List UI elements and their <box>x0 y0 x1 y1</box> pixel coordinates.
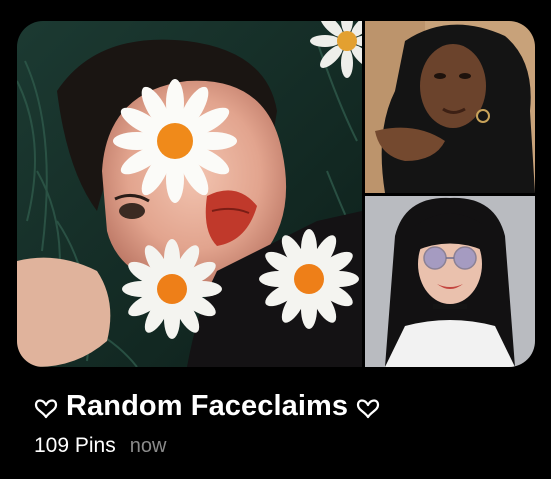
board-card[interactable]: Random Faceclaims 109 Pins now <box>0 0 551 479</box>
heart-outline-icon <box>33 391 59 421</box>
board-meta: 109 Pins now <box>34 432 166 460</box>
main-photo[interactable] <box>17 21 362 367</box>
pin-count: 109 Pins <box>34 434 116 457</box>
bottom-right-photo[interactable] <box>365 196 535 367</box>
board-title[interactable]: Random Faceclaims <box>33 384 381 428</box>
heart-outline-icon <box>355 391 381 421</box>
top-right-photo[interactable] <box>365 21 535 193</box>
updated-time: now <box>129 434 167 457</box>
board-cover-collage[interactable] <box>17 21 535 367</box>
board-title-text: Random Faceclaims <box>66 389 349 422</box>
